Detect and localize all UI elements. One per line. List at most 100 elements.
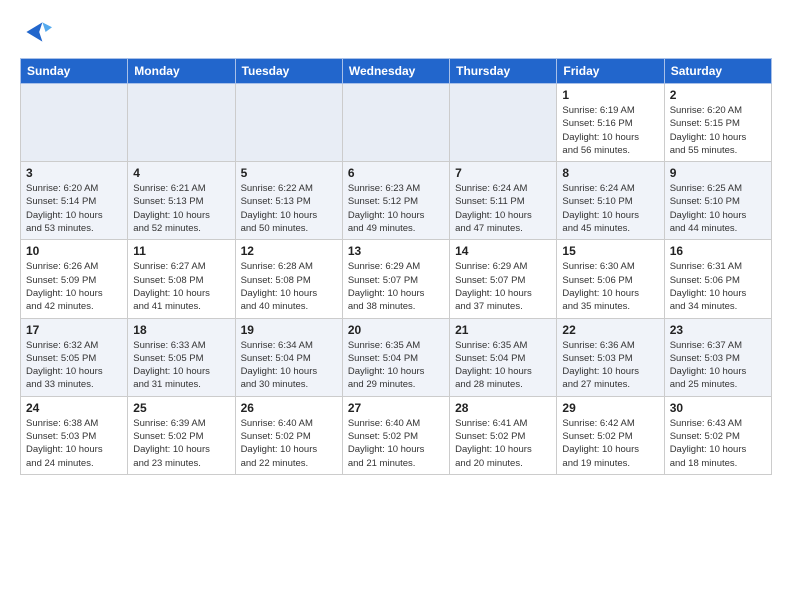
day-number: 1 [562, 88, 658, 102]
day-info: Sunrise: 6:29 AMSunset: 5:07 PMDaylight:… [348, 260, 444, 313]
day-cell: 10 Sunrise: 6:26 AMSunset: 5:09 PMDayligh… [21, 240, 128, 318]
day-number: 3 [26, 166, 122, 180]
day-cell [235, 84, 342, 162]
day-info: Sunrise: 6:28 AMSunset: 5:08 PMDaylight:… [241, 260, 337, 313]
week-row-4: 17Sunrise: 6:32 AMSunset: 5:05 PMDayligh… [21, 318, 772, 396]
day-cell: 1 Sunrise: 6:19 AMSunset: 5:16 PMDaylight… [557, 84, 664, 162]
day-info: Sunrise: 6:33 AMSunset: 5:05 PMDaylight:… [133, 339, 229, 392]
day-cell: 16Sunrise: 6:31 AMSunset: 5:06 PMDayligh… [664, 240, 771, 318]
week-row-2: 3 Sunrise: 6:20 AMSunset: 5:14 PMDaylight… [21, 162, 772, 240]
day-info: Sunrise: 6:36 AMSunset: 5:03 PMDaylight:… [562, 339, 658, 392]
day-number: 19 [241, 323, 337, 337]
page: SundayMondayTuesdayWednesdayThursdayFrid… [0, 0, 792, 612]
day-info: Sunrise: 6:24 AMSunset: 5:11 PMDaylight:… [455, 182, 551, 235]
day-cell [342, 84, 449, 162]
day-info: Sunrise: 6:32 AMSunset: 5:05 PMDaylight:… [26, 339, 122, 392]
week-row-1: 1 Sunrise: 6:19 AMSunset: 5:16 PMDaylight… [21, 84, 772, 162]
day-number: 14 [455, 244, 551, 258]
day-info: Sunrise: 6:42 AMSunset: 5:02 PMDaylight:… [562, 417, 658, 470]
day-info: Sunrise: 6:35 AMSunset: 5:04 PMDaylight:… [455, 339, 551, 392]
day-number: 2 [670, 88, 766, 102]
day-number: 12 [241, 244, 337, 258]
day-number: 15 [562, 244, 658, 258]
day-cell: 27 Sunrise: 6:40 AMSunset: 5:02 PMDayligh… [342, 396, 449, 474]
day-number: 9 [670, 166, 766, 180]
day-cell: 12 Sunrise: 6:28 AMSunset: 5:08 PMDayligh… [235, 240, 342, 318]
day-cell: 2 Sunrise: 6:20 AMSunset: 5:15 PMDaylight… [664, 84, 771, 162]
day-info: Sunrise: 6:20 AMSunset: 5:15 PMDaylight:… [670, 104, 766, 157]
week-row-5: 24Sunrise: 6:38 AMSunset: 5:03 PMDayligh… [21, 396, 772, 474]
day-info: Sunrise: 6:23 AMSunset: 5:12 PMDaylight:… [348, 182, 444, 235]
day-cell: 6 Sunrise: 6:23 AMSunset: 5:12 PMDaylight… [342, 162, 449, 240]
col-header-friday: Friday [557, 59, 664, 84]
day-cell: 5 Sunrise: 6:22 AMSunset: 5:13 PMDaylight… [235, 162, 342, 240]
day-cell [450, 84, 557, 162]
day-cell: 20 Sunrise: 6:35 AMSunset: 5:04 PMDayligh… [342, 318, 449, 396]
col-header-wednesday: Wednesday [342, 59, 449, 84]
day-number: 6 [348, 166, 444, 180]
day-number: 23 [670, 323, 766, 337]
header [20, 16, 772, 48]
day-info: Sunrise: 6:43 AMSunset: 5:02 PMDaylight:… [670, 417, 766, 470]
day-number: 20 [348, 323, 444, 337]
day-number: 25 [133, 401, 229, 415]
col-header-sunday: Sunday [21, 59, 128, 84]
day-cell [128, 84, 235, 162]
day-cell: 29 Sunrise: 6:42 AMSunset: 5:02 PMDayligh… [557, 396, 664, 474]
day-info: Sunrise: 6:35 AMSunset: 5:04 PMDaylight:… [348, 339, 444, 392]
day-cell: 3 Sunrise: 6:20 AMSunset: 5:14 PMDaylight… [21, 162, 128, 240]
day-info: Sunrise: 6:26 AMSunset: 5:09 PMDaylight:… [26, 260, 122, 313]
day-number: 26 [241, 401, 337, 415]
day-cell: 18Sunrise: 6:33 AMSunset: 5:05 PMDayligh… [128, 318, 235, 396]
day-number: 8 [562, 166, 658, 180]
col-header-tuesday: Tuesday [235, 59, 342, 84]
day-number: 13 [348, 244, 444, 258]
day-cell: 19 Sunrise: 6:34 AMSunset: 5:04 PMDayligh… [235, 318, 342, 396]
day-info: Sunrise: 6:27 AMSunset: 5:08 PMDaylight:… [133, 260, 229, 313]
day-cell: 25 Sunrise: 6:39 AMSunset: 5:02 PMDayligh… [128, 396, 235, 474]
day-number: 30 [670, 401, 766, 415]
day-cell: 21 Sunrise: 6:35 AMSunset: 5:04 PMDayligh… [450, 318, 557, 396]
day-cell: 28Sunrise: 6:41 AMSunset: 5:02 PMDayligh… [450, 396, 557, 474]
day-cell: 11 Sunrise: 6:27 AMSunset: 5:08 PMDayligh… [128, 240, 235, 318]
day-number: 11 [133, 244, 229, 258]
week-row-3: 10 Sunrise: 6:26 AMSunset: 5:09 PMDayligh… [21, 240, 772, 318]
day-number: 24 [26, 401, 122, 415]
day-number: 4 [133, 166, 229, 180]
day-number: 10 [26, 244, 122, 258]
day-number: 22 [562, 323, 658, 337]
day-info: Sunrise: 6:29 AMSunset: 5:07 PMDaylight:… [455, 260, 551, 313]
day-info: Sunrise: 6:34 AMSunset: 5:04 PMDaylight:… [241, 339, 337, 392]
day-info: Sunrise: 6:31 AMSunset: 5:06 PMDaylight:… [670, 260, 766, 313]
day-cell: 23Sunrise: 6:37 AMSunset: 5:03 PMDayligh… [664, 318, 771, 396]
day-info: Sunrise: 6:40 AMSunset: 5:02 PMDaylight:… [348, 417, 444, 470]
day-info: Sunrise: 6:20 AMSunset: 5:14 PMDaylight:… [26, 182, 122, 235]
day-cell: 4 Sunrise: 6:21 AMSunset: 5:13 PMDaylight… [128, 162, 235, 240]
day-number: 27 [348, 401, 444, 415]
col-header-saturday: Saturday [664, 59, 771, 84]
day-number: 29 [562, 401, 658, 415]
day-cell [21, 84, 128, 162]
day-info: Sunrise: 6:21 AMSunset: 5:13 PMDaylight:… [133, 182, 229, 235]
logo [20, 16, 56, 48]
col-header-thursday: Thursday [450, 59, 557, 84]
day-cell: 8 Sunrise: 6:24 AMSunset: 5:10 PMDaylight… [557, 162, 664, 240]
day-cell: 14 Sunrise: 6:29 AMSunset: 5:07 PMDayligh… [450, 240, 557, 318]
day-info: Sunrise: 6:25 AMSunset: 5:10 PMDaylight:… [670, 182, 766, 235]
calendar-table: SundayMondayTuesdayWednesdayThursdayFrid… [20, 58, 772, 475]
day-cell: 17Sunrise: 6:32 AMSunset: 5:05 PMDayligh… [21, 318, 128, 396]
day-info: Sunrise: 6:39 AMSunset: 5:02 PMDaylight:… [133, 417, 229, 470]
day-cell: 7 Sunrise: 6:24 AMSunset: 5:11 PMDaylight… [450, 162, 557, 240]
day-info: Sunrise: 6:19 AMSunset: 5:16 PMDaylight:… [562, 104, 658, 157]
day-number: 21 [455, 323, 551, 337]
day-info: Sunrise: 6:40 AMSunset: 5:02 PMDaylight:… [241, 417, 337, 470]
col-header-monday: Monday [128, 59, 235, 84]
header-row: SundayMondayTuesdayWednesdayThursdayFrid… [21, 59, 772, 84]
day-cell: 24Sunrise: 6:38 AMSunset: 5:03 PMDayligh… [21, 396, 128, 474]
day-number: 7 [455, 166, 551, 180]
day-info: Sunrise: 6:22 AMSunset: 5:13 PMDaylight:… [241, 182, 337, 235]
day-cell: 26 Sunrise: 6:40 AMSunset: 5:02 PMDayligh… [235, 396, 342, 474]
day-cell: 13 Sunrise: 6:29 AMSunset: 5:07 PMDayligh… [342, 240, 449, 318]
day-number: 5 [241, 166, 337, 180]
day-info: Sunrise: 6:24 AMSunset: 5:10 PMDaylight:… [562, 182, 658, 235]
